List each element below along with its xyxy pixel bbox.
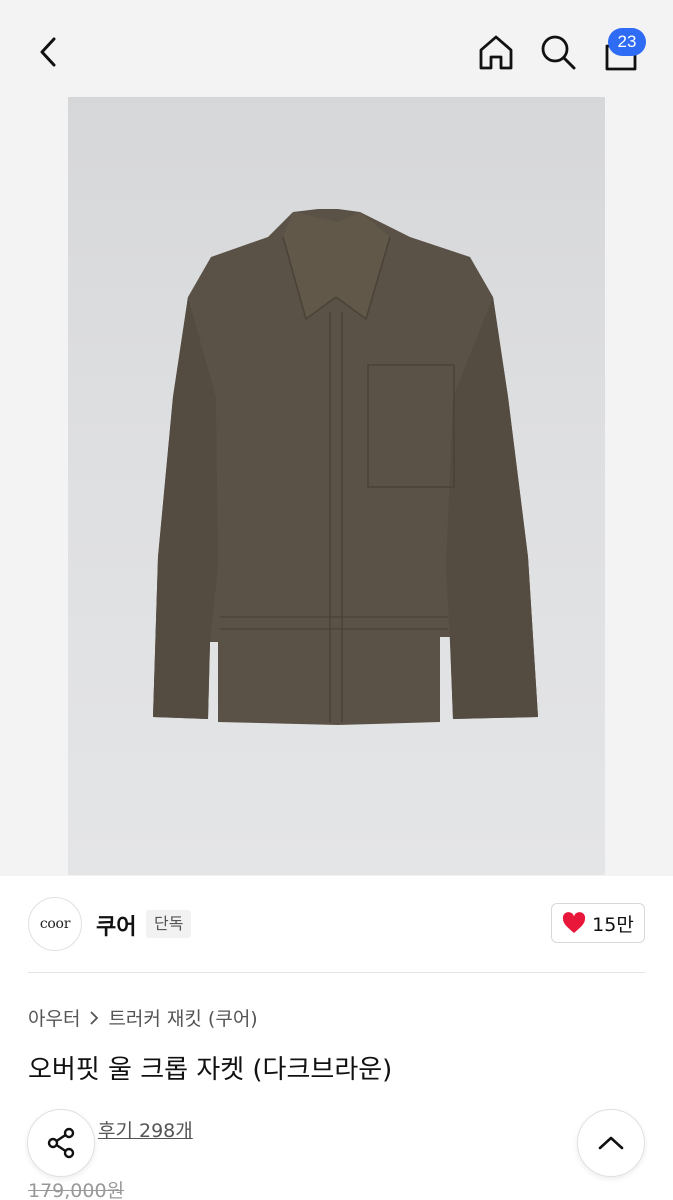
product-title: 오버핏 울 크롭 자켓 (다크브라운) — [28, 1055, 393, 1085]
jacket-illustration — [153, 209, 538, 725]
breadcrumb-item-outer[interactable]: 아우터 — [28, 1004, 80, 1031]
cart-count-badge: 23 — [608, 28, 646, 56]
chevron-left-icon — [40, 37, 56, 67]
back-button[interactable] — [28, 30, 68, 74]
chevron-up-icon — [598, 1136, 624, 1150]
share-icon — [47, 1127, 75, 1159]
share-button[interactable] — [27, 1109, 95, 1177]
scroll-to-top-button[interactable] — [577, 1109, 645, 1177]
product-image[interactable] — [68, 97, 605, 875]
review-count-link[interactable]: 후기 298개 — [98, 1116, 193, 1143]
brand-logo[interactable]: coor — [28, 897, 82, 951]
heart-icon — [563, 912, 586, 933]
exclusive-badge: 단독 — [146, 910, 192, 938]
original-price: 179,000원 — [28, 1180, 125, 1200]
like-button[interactable]: 15만 — [551, 903, 645, 943]
breadcrumb-item-trucker-jacket[interactable]: 트러커 재킷 (쿠어) — [108, 1004, 257, 1031]
divider — [28, 972, 645, 973]
chevron-right-icon — [90, 1010, 99, 1025]
search-button[interactable] — [536, 30, 580, 74]
like-count: 15만 — [592, 913, 634, 936]
home-button[interactable] — [474, 30, 518, 74]
home-icon — [479, 35, 513, 70]
search-icon — [541, 35, 576, 70]
brand-name[interactable]: 쿠어 — [96, 909, 136, 941]
breadcrumb: 아우터 트러커 재킷 (쿠어) — [28, 1004, 258, 1031]
